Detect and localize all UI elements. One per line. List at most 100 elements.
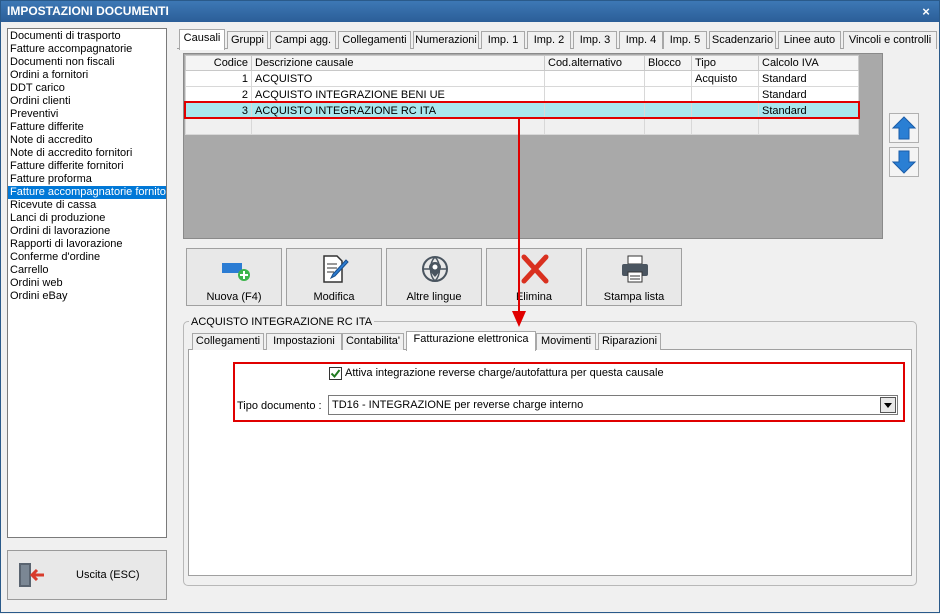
dropdown-button[interactable]: [880, 397, 896, 413]
tab-linee-auto[interactable]: Linee auto: [778, 31, 841, 49]
table-cell-codice[interactable]: 3: [185, 102, 252, 119]
subtab-riparazioni[interactable]: Riparazioni: [598, 333, 661, 350]
document-type-item[interactable]: Rapporti di lavorazione: [8, 238, 166, 251]
tab-imp-1[interactable]: Imp. 1: [481, 31, 525, 49]
table-cell-blocco[interactable]: [644, 86, 692, 103]
new-button[interactable]: Nuova (F4): [186, 248, 282, 306]
tab-numerazioni[interactable]: Numerazioni: [413, 31, 479, 49]
document-type-item[interactable]: Fatture accompagnatorie: [8, 43, 166, 56]
document-type-list[interactable]: Documenti di trasporto Fatture accompagna…: [7, 28, 167, 538]
table-cell-calcolo-iva[interactable]: Standard: [758, 86, 859, 103]
edit-button[interactable]: Modifica: [286, 248, 382, 306]
document-type-item[interactable]: Ordini di lavorazione: [8, 225, 166, 238]
window-title: IMPOSTAZIONI DOCUMENTI: [7, 4, 169, 18]
column-header[interactable]: Tipo: [691, 55, 759, 71]
document-type-item[interactable]: Note di accredito: [8, 134, 166, 147]
table-row[interactable]: 1 ACQUISTO Acquisto Standard: [185, 70, 859, 87]
table-cell-descrizione[interactable]: ACQUISTO: [251, 70, 545, 87]
reverse-charge-checkbox-label[interactable]: Attiva integrazione reverse charge/autof…: [345, 367, 664, 379]
column-header[interactable]: Descrizione causale: [251, 55, 545, 71]
table-cell-calcolo-iva[interactable]: Standard: [758, 70, 859, 87]
document-type-item[interactable]: Fatture differite: [8, 121, 166, 134]
delete-button[interactable]: Elimina: [486, 248, 582, 306]
document-type-item[interactable]: Note di accredito fornitori: [8, 147, 166, 160]
table-cell-blocco[interactable]: [644, 102, 692, 119]
document-type-item[interactable]: Lanci di produzione: [8, 212, 166, 225]
document-type-item[interactable]: Ricevute di cassa: [8, 199, 166, 212]
document-type-label: Tipo documento :: [237, 400, 322, 412]
table-cell-codice[interactable]: 2: [185, 86, 252, 103]
printer-icon: [622, 255, 648, 283]
document-type-item[interactable]: Ordini eBay: [8, 290, 166, 303]
table-cell-descrizione[interactable]: ACQUISTO INTEGRAZIONE RC ITA: [251, 102, 545, 119]
tab-imp-4[interactable]: Imp. 4: [619, 31, 663, 49]
document-type-item[interactable]: Documenti di trasporto: [8, 30, 166, 43]
table-cell-codice[interactable]: 1: [185, 70, 252, 87]
table-cell-tipo[interactable]: [691, 86, 759, 103]
subtab-fatturazione-elettronica[interactable]: Fatturazione elettronica: [406, 331, 536, 351]
table-cell-tipo[interactable]: Acquisto: [691, 70, 759, 87]
print-list-button[interactable]: Stampa lista: [586, 248, 682, 306]
tab-collegamenti[interactable]: Collegamenti: [338, 31, 411, 49]
table-cell-descrizione[interactable]: ACQUISTO INTEGRAZIONE BENI UE: [251, 86, 545, 103]
table-cell-tipo[interactable]: [691, 102, 759, 119]
table-row[interactable]: 3 ACQUISTO INTEGRAZIONE RC ITA Standard: [185, 102, 859, 119]
document-type-item[interactable]: Fatture differite fornitori: [8, 160, 166, 173]
table-cell-empty[interactable]: [185, 118, 252, 135]
table-cell-empty[interactable]: [644, 118, 692, 135]
column-header[interactable]: Calcolo IVA: [758, 55, 859, 71]
tab-campi-agg[interactable]: Campi agg.: [270, 31, 336, 49]
delete-x-icon: [521, 254, 549, 284]
move-down-button[interactable]: [889, 147, 919, 177]
table-cell-empty[interactable]: [544, 118, 645, 135]
document-type-item[interactable]: Carrello: [8, 264, 166, 277]
document-type-item[interactable]: Fatture proforma: [8, 173, 166, 186]
subtab-collegamenti[interactable]: Collegamenti: [192, 333, 264, 350]
reverse-charge-checkbox[interactable]: [329, 367, 342, 380]
document-type-item[interactable]: Preventivi: [8, 108, 166, 121]
table-cell-blocco[interactable]: [644, 70, 692, 87]
other-languages-button[interactable]: Altre lingue: [386, 248, 482, 306]
close-icon[interactable]: ×: [919, 1, 933, 22]
table-row[interactable]: 2 ACQUISTO INTEGRAZIONE BENI UE Standard: [185, 86, 859, 103]
table-cell-empty[interactable]: [251, 118, 545, 135]
column-header[interactable]: Blocco: [644, 55, 692, 71]
document-type-item[interactable]: Fatture accompagnatorie fornito: [8, 186, 166, 199]
exit-door-icon: [19, 563, 44, 587]
column-header[interactable]: Cod.alternativo: [544, 55, 645, 71]
tab-causali[interactable]: Causali: [179, 29, 225, 50]
new-row[interactable]: [185, 118, 859, 135]
table-cell-cod-alt[interactable]: [544, 102, 645, 119]
table-cell-cod-alt[interactable]: [544, 70, 645, 87]
arrow-up-icon: [891, 116, 917, 140]
column-header[interactable]: Codice: [185, 55, 252, 71]
electronic-invoicing-panel: [188, 350, 912, 576]
table-cell-cod-alt[interactable]: [544, 86, 645, 103]
document-type-value: TD16 - INTEGRAZIONE per reverse charge i…: [332, 399, 584, 411]
table-cell-calcolo-iva[interactable]: Standard: [758, 102, 859, 119]
chevron-down-icon: [884, 403, 892, 408]
move-up-button[interactable]: [889, 113, 919, 143]
top-tab-bar: Causali Gruppi Campi agg. Collegamenti Numer…: [177, 29, 937, 50]
tab-imp-2[interactable]: Imp. 2: [527, 31, 571, 49]
edit-button-label: Modifica: [313, 291, 355, 303]
subtab-contabilita[interactable]: Contabilita': [342, 333, 404, 350]
table-cell-empty[interactable]: [758, 118, 859, 135]
document-type-item[interactable]: Conferme d'ordine: [8, 251, 166, 264]
document-type-item[interactable]: DDT carico: [8, 82, 166, 95]
document-type-item[interactable]: Ordini web: [8, 277, 166, 290]
tab-vincoli-e-controlli[interactable]: Vincoli e controlli: [843, 31, 937, 49]
document-type-item[interactable]: Ordini a fornitori: [8, 69, 166, 82]
document-type-item[interactable]: Ordini clienti: [8, 95, 166, 108]
tab-scadenzario[interactable]: Scadenzario: [709, 31, 776, 49]
subtab-movimenti[interactable]: Movimenti: [536, 333, 596, 350]
document-type-select[interactable]: TD16 - INTEGRAZIONE per reverse charge i…: [328, 395, 898, 415]
tab-gruppi[interactable]: Gruppi: [227, 31, 268, 49]
detail-tab-bar: Collegamenti Impostazioni Contabilita' Fatt…: [188, 331, 912, 351]
subtab-impostazioni[interactable]: Impostazioni: [266, 333, 342, 350]
exit-button[interactable]: Uscita (ESC): [7, 550, 167, 600]
tab-imp-5[interactable]: Imp. 5: [663, 31, 707, 49]
tab-imp-3[interactable]: Imp. 3: [573, 31, 617, 49]
document-type-item[interactable]: Documenti non fiscali: [8, 56, 166, 69]
table-cell-empty[interactable]: [691, 118, 759, 135]
